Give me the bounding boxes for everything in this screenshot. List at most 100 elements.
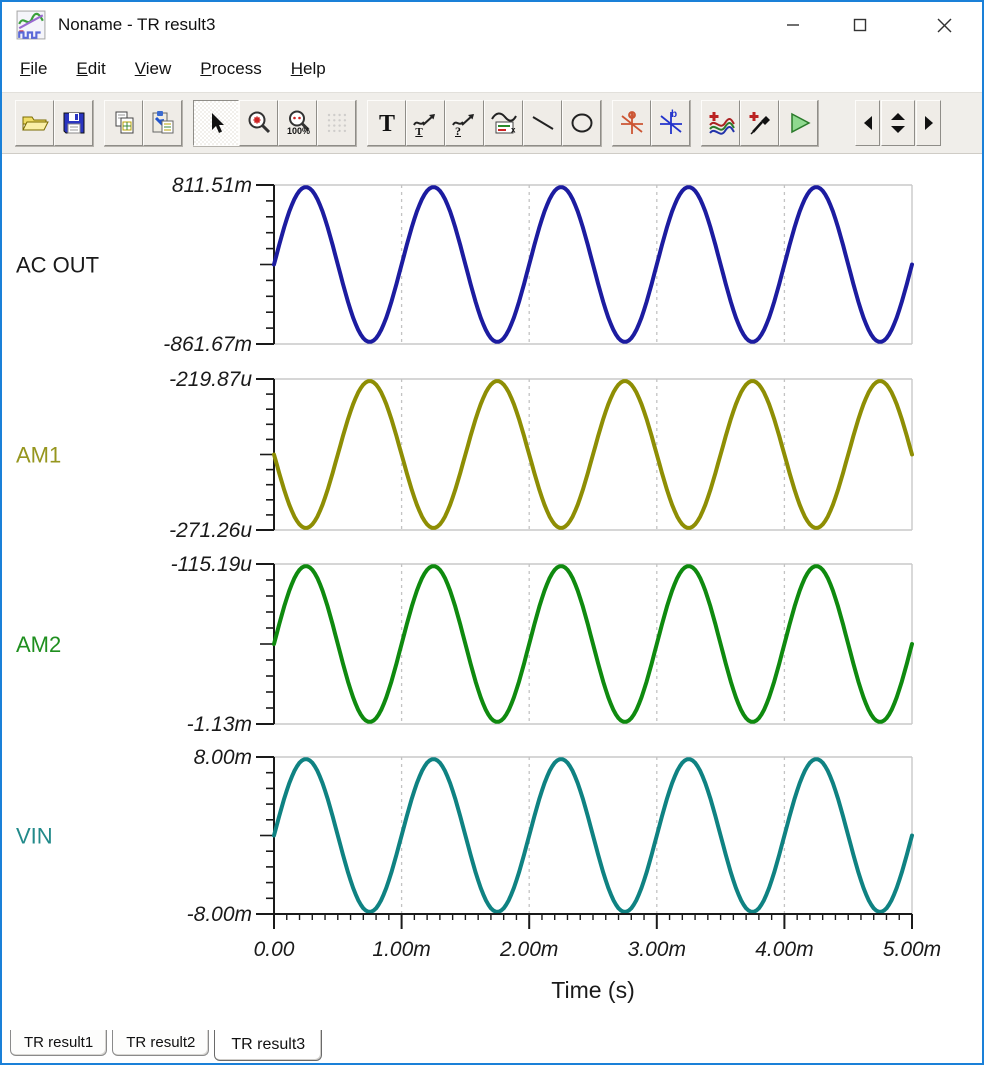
page-left-icon: [859, 112, 877, 134]
maximize-icon: [853, 18, 867, 32]
ellipse-tool-icon: [568, 109, 596, 137]
save-button[interactable]: [54, 100, 93, 146]
x-tick-label: 2.00m: [499, 938, 558, 961]
curve-query-button[interactable]: ?: [445, 100, 484, 146]
tab-tr-result3[interactable]: TR result3: [214, 1030, 322, 1061]
zoom-100-button[interactable]: 100%: [278, 100, 317, 146]
text-tool-icon: T: [373, 109, 401, 137]
plot-area: 811.51m-861.67mAC OUT-219.87u-271.26uAM1…: [2, 154, 984, 1032]
add-curves-button[interactable]: [701, 100, 740, 146]
minimize-button[interactable]: [768, 2, 818, 48]
signal-label-ac-out: AC OUT: [16, 253, 99, 278]
minimize-icon: [786, 18, 800, 32]
toolbar: 100% T T? x ab: [2, 92, 982, 154]
menu-item-help[interactable]: Help: [291, 59, 326, 79]
app-icon: [16, 10, 46, 40]
signal-label-vin: VIN: [16, 824, 53, 849]
line-tool-icon: [529, 109, 557, 137]
svg-text:T: T: [415, 126, 423, 137]
y-min-label: -861.67m: [163, 333, 252, 356]
page-spinner-button[interactable]: [881, 100, 915, 146]
color-picker-button[interactable]: [740, 100, 779, 146]
trace-vin: [274, 759, 912, 912]
zoom-icon: [245, 109, 273, 137]
waveform-chart: 811.51m-861.67mAC OUT-219.87u-271.26uAM1…: [2, 154, 984, 1032]
toolbar-group: [855, 100, 942, 146]
window-title: Noname - TR result3: [58, 15, 215, 35]
color-picker-icon: [746, 109, 774, 137]
curve-label-button[interactable]: T: [406, 100, 445, 146]
page-left-button[interactable]: [855, 100, 880, 146]
panel-ac-out: 811.51m -861.67m AC OUT: [16, 174, 912, 356]
x-axis-title: Time (s): [551, 977, 634, 1003]
x-axis: 0.001.00m2.00m3.00m4.00m5.00mTime (s): [254, 914, 942, 1003]
grid-icon: [323, 109, 351, 137]
copy-button[interactable]: [104, 100, 143, 146]
save-icon: [60, 109, 88, 137]
title-bar: Noname - TR result3: [2, 2, 982, 48]
maximize-button[interactable]: [835, 2, 885, 48]
y-min-label: -271.26u: [169, 519, 252, 542]
app-window: Noname - TR result3 File Edit View Process H…: [0, 0, 984, 1065]
x-tick-label: 0.00: [254, 938, 295, 961]
toolbar-group: [15, 100, 94, 147]
y-min-label: -1.13m: [187, 713, 252, 736]
curve-label-icon: T: [412, 109, 440, 137]
menu-item-view[interactable]: View: [135, 59, 172, 79]
add-curves-icon: [707, 109, 735, 137]
y-max-label: 8.00m: [194, 746, 252, 769]
toolbar-group: [701, 100, 819, 147]
tab-tr-result1[interactable]: TR result1: [10, 1030, 107, 1056]
signal-label-am2: AM2: [16, 632, 61, 657]
cursor-b-button[interactable]: b: [651, 100, 690, 146]
tab-tr-result2[interactable]: TR result2: [112, 1030, 209, 1056]
page-right-button[interactable]: [916, 100, 941, 146]
paste-icon: [149, 109, 177, 137]
y-max-label: 811.51m: [172, 174, 252, 197]
trace-am1: [274, 381, 912, 528]
menu-bar: File Edit View Process Help: [2, 48, 982, 90]
paste-button[interactable]: [143, 100, 182, 146]
toolbar-group: ab: [612, 100, 691, 147]
x-tick-label: 1.00m: [372, 938, 430, 961]
menu-item-file[interactable]: File: [20, 59, 47, 79]
run-icon: [785, 109, 813, 137]
copy-icon: [110, 109, 138, 137]
zoom-100-icon: 100%: [284, 109, 312, 137]
trace-am2: [274, 566, 912, 722]
y-min-label: -8.00m: [187, 903, 252, 926]
close-button[interactable]: [919, 2, 969, 48]
svg-text:?: ?: [455, 124, 461, 137]
grid-button[interactable]: [317, 100, 356, 146]
tab-bar: TR result1TR result2TR result3: [2, 1030, 982, 1063]
panel-vin: 8.00m -8.00m VIN: [16, 746, 912, 926]
ellipse-tool-button[interactable]: [562, 100, 601, 146]
x-tick-label: 5.00m: [883, 938, 941, 961]
zoom-button[interactable]: [239, 100, 278, 146]
panel-am2: -115.19u-1.13mAM2: [16, 553, 912, 736]
legend-icon: x: [490, 109, 518, 137]
toolbar-group: 100%: [193, 100, 357, 147]
text-tool-button[interactable]: T: [367, 100, 406, 146]
pointer-select-button[interactable]: [193, 100, 239, 146]
open-file-icon: [20, 109, 50, 137]
menu-item-process[interactable]: Process: [200, 59, 261, 79]
svg-text:100%: 100%: [287, 126, 310, 136]
y-max-label: -219.87u: [169, 368, 252, 391]
panel-am1: -219.87u-271.26uAM1: [16, 368, 912, 542]
toolbar-group: T T? x: [367, 100, 602, 147]
trace-ac-out: [274, 187, 912, 342]
page-right-icon: [920, 112, 938, 134]
svg-text:T: T: [378, 111, 394, 137]
legend-button[interactable]: x: [484, 100, 523, 146]
line-tool-button[interactable]: [523, 100, 562, 146]
run-button[interactable]: [779, 100, 818, 146]
cursor-b-icon: b: [657, 109, 685, 137]
pointer-select-icon: [202, 109, 230, 137]
x-tick-label: 3.00m: [628, 938, 686, 961]
open-file-button[interactable]: [15, 100, 54, 146]
svg-text:x: x: [511, 125, 516, 134]
menu-item-edit[interactable]: Edit: [76, 59, 105, 79]
cursor-a-button[interactable]: a: [612, 100, 651, 146]
curve-query-icon: ?: [451, 109, 479, 137]
